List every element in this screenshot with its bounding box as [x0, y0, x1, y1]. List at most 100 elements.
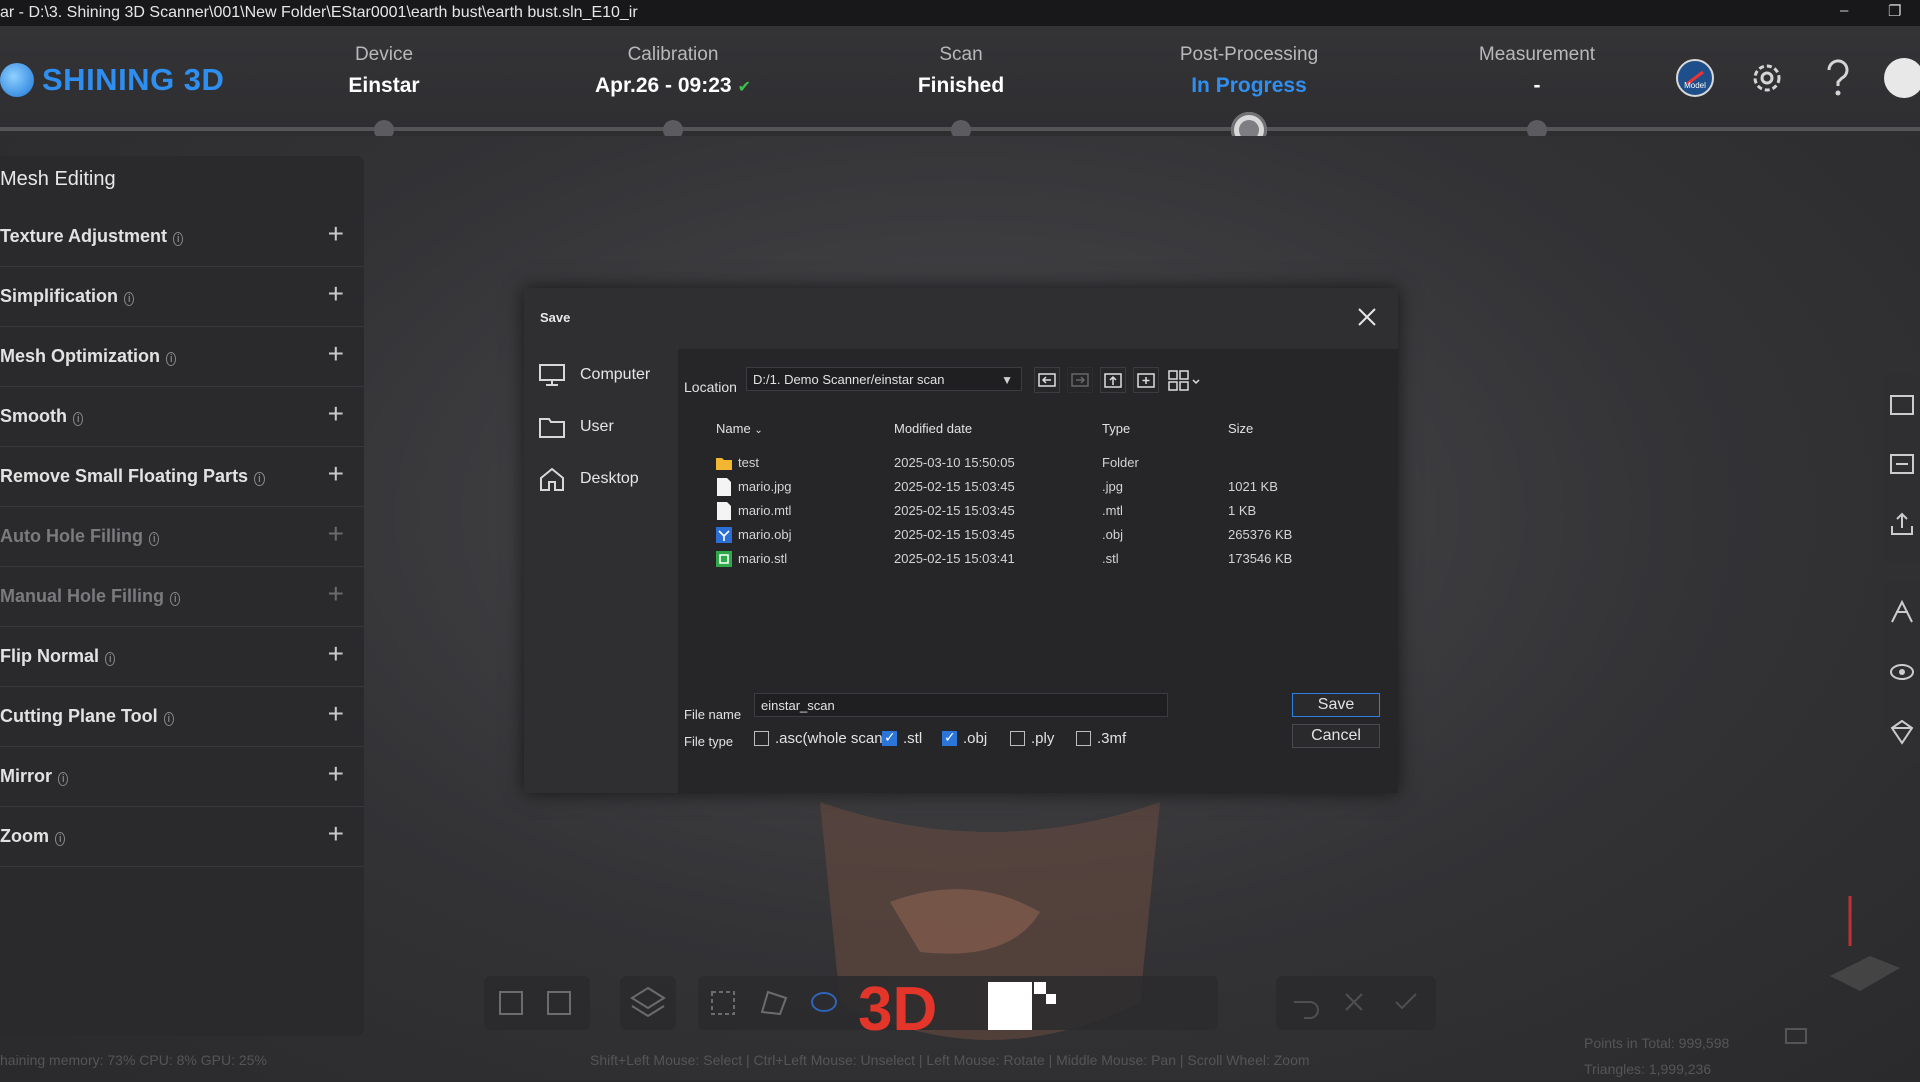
filetype-checkbox[interactable]: .ply — [1010, 730, 1054, 747]
filename-input[interactable] — [754, 693, 1168, 717]
info-icon[interactable]: i — [124, 292, 135, 306]
sort-icon: ⌄ — [754, 425, 763, 436]
cancel-button[interactable]: Cancel — [1292, 724, 1380, 748]
axis-gizmo-icon[interactable] — [1820, 886, 1910, 1006]
column-type[interactable]: Type — [1102, 421, 1130, 436]
checkbox-box[interactable] — [754, 731, 769, 746]
tool-item[interactable]: Remove Small Floating Parts i + — [0, 446, 364, 507]
tool-item[interactable]: Cutting Plane Tool i + — [0, 686, 364, 747]
layers-icon[interactable] — [620, 976, 676, 1030]
minimize-button[interactable]: – — [1840, 2, 1848, 19]
file-row[interactable]: mario.mtl 2025-02-15 15:03:45 .mtl 1 KB — [684, 499, 1392, 523]
filetype-checkbox[interactable]: .asc(whole scan) — [754, 730, 888, 747]
info-icon[interactable]: i — [166, 352, 177, 366]
location-label: Location — [684, 379, 737, 395]
svg-text:Model: Model — [1684, 81, 1706, 90]
step-device[interactable]: Device Einstar — [264, 44, 504, 98]
tool-item[interactable]: Smooth i + — [0, 386, 364, 447]
place-label: Computer — [580, 366, 651, 383]
expand-plus-icon[interactable]: + — [328, 398, 344, 430]
info-icon[interactable]: i — [170, 592, 181, 606]
info-icon[interactable]: i — [73, 412, 84, 426]
info-icon[interactable]: i — [254, 472, 265, 486]
places-panel: Computer User Desktop — [524, 349, 678, 793]
column-size[interactable]: Size — [1228, 421, 1253, 436]
stl-file-icon — [716, 551, 732, 567]
view-mode-button[interactable] — [1166, 367, 1206, 393]
back-button[interactable] — [1034, 367, 1060, 393]
file-row[interactable]: test 2025-03-10 15:50:05 Folder — [684, 451, 1392, 475]
tool-label: Simplification i — [0, 286, 135, 307]
expand-plus-icon[interactable]: + — [328, 458, 344, 490]
expand-plus-icon[interactable]: + — [328, 638, 344, 670]
info-icon[interactable]: i — [148, 532, 160, 546]
checkbox-box[interactable] — [942, 729, 957, 746]
file-row[interactable]: mario.obj 2025-02-15 15:03:45 .obj 265376 K… — [684, 523, 1392, 547]
tool-item[interactable]: Auto Hole Filling i + — [0, 506, 364, 567]
step-post-processing[interactable]: Post-Processing In Progress — [1129, 44, 1369, 98]
info-icon[interactable]: i — [58, 772, 69, 786]
info-icon[interactable]: i — [173, 232, 184, 246]
undo-delete-confirm-icons[interactable] — [1276, 976, 1436, 1030]
step-scan[interactable]: Scan Finished — [841, 44, 1081, 98]
file-row[interactable]: mario.jpg 2025-02-15 15:03:45 .jpg 1021 KB — [684, 475, 1392, 499]
expand-plus-icon[interactable]: + — [328, 278, 344, 310]
column-modified[interactable]: Modified date — [894, 421, 972, 436]
import-icon[interactable] — [1882, 434, 1920, 494]
mesh-icon[interactable] — [1882, 582, 1920, 642]
tool-label: Manual Hole Filling i — [0, 586, 181, 607]
save-button[interactable]: Save — [1292, 693, 1380, 717]
place-computer[interactable]: Computer — [538, 355, 650, 395]
tool-item[interactable]: Zoom i + — [0, 806, 364, 867]
column-name[interactable]: Name ⌄ — [716, 421, 763, 436]
expand-plus-icon[interactable]: + — [328, 698, 344, 730]
forward-button[interactable] — [1067, 367, 1093, 393]
tool-item[interactable]: Manual Hole Filling i + — [0, 566, 364, 627]
step-measurement[interactable]: Measurement - — [1417, 44, 1657, 98]
tool-label: Mirror i — [0, 766, 69, 787]
gear-icon[interactable] — [1745, 56, 1789, 100]
new-folder-button[interactable] — [1133, 367, 1159, 393]
export-icon[interactable] — [1882, 494, 1920, 554]
filetype-checkbox[interactable]: .3mf — [1076, 730, 1126, 747]
help-icon[interactable] — [1816, 56, 1860, 100]
up-folder-button[interactable] — [1100, 367, 1126, 393]
checkbox-box[interactable] — [1010, 731, 1025, 746]
place-desktop[interactable]: Desktop — [538, 459, 639, 499]
expand-plus-icon[interactable]: + — [328, 818, 344, 850]
file-name: mario.obj — [738, 527, 792, 542]
step-calibration[interactable]: Calibration Apr.26 - 09:23 ✔ — [553, 44, 793, 98]
folder-icon — [716, 458, 732, 470]
close-icon[interactable] — [1354, 304, 1380, 330]
tool-item[interactable]: Texture Adjustment i + — [0, 206, 364, 267]
avatar[interactable] — [1884, 58, 1920, 98]
file-row[interactable]: mario.stl 2025-02-15 15:03:41 .stl 173546 K… — [684, 547, 1392, 571]
tool-item[interactable]: Simplification i + — [0, 266, 364, 327]
tool-item[interactable]: Mirror i + — [0, 746, 364, 807]
file-name: test — [738, 455, 759, 470]
model-viewer-icon[interactable]: Model — [1673, 56, 1717, 100]
expand-plus-icon[interactable]: + — [328, 578, 344, 610]
eye-icon[interactable] — [1882, 642, 1920, 702]
tool-item[interactable]: Flip Normal i + — [0, 626, 364, 687]
tool-item[interactable]: Mesh Optimization i + — [0, 326, 364, 387]
expand-plus-icon[interactable]: + — [328, 758, 344, 790]
filetype-checkbox[interactable]: .obj — [942, 729, 987, 747]
expand-plus-icon[interactable]: + — [328, 338, 344, 370]
info-icon[interactable]: i — [55, 832, 66, 846]
diamond-icon[interactable] — [1882, 702, 1920, 762]
restore-button[interactable]: ❐ — [1888, 2, 1901, 20]
expand-plus-icon[interactable]: + — [328, 518, 344, 550]
checkbox-box[interactable] — [882, 729, 897, 746]
expand-plus-icon[interactable]: + — [328, 218, 344, 250]
location-select[interactable]: D:/1. Demo Scanner/einstar scan ▼ — [746, 367, 1022, 391]
place-user[interactable]: User — [538, 407, 614, 447]
filetype-checkbox[interactable]: .stl — [882, 729, 922, 747]
folder-icon[interactable] — [1882, 374, 1920, 434]
fit-view-icon[interactable] — [1784, 1026, 1808, 1051]
view-tools-icon[interactable] — [484, 976, 590, 1030]
file-name: mario.jpg — [738, 479, 792, 494]
checkbox-box[interactable] — [1076, 731, 1091, 746]
info-icon[interactable]: i — [163, 712, 175, 726]
info-icon[interactable]: i — [105, 652, 116, 666]
